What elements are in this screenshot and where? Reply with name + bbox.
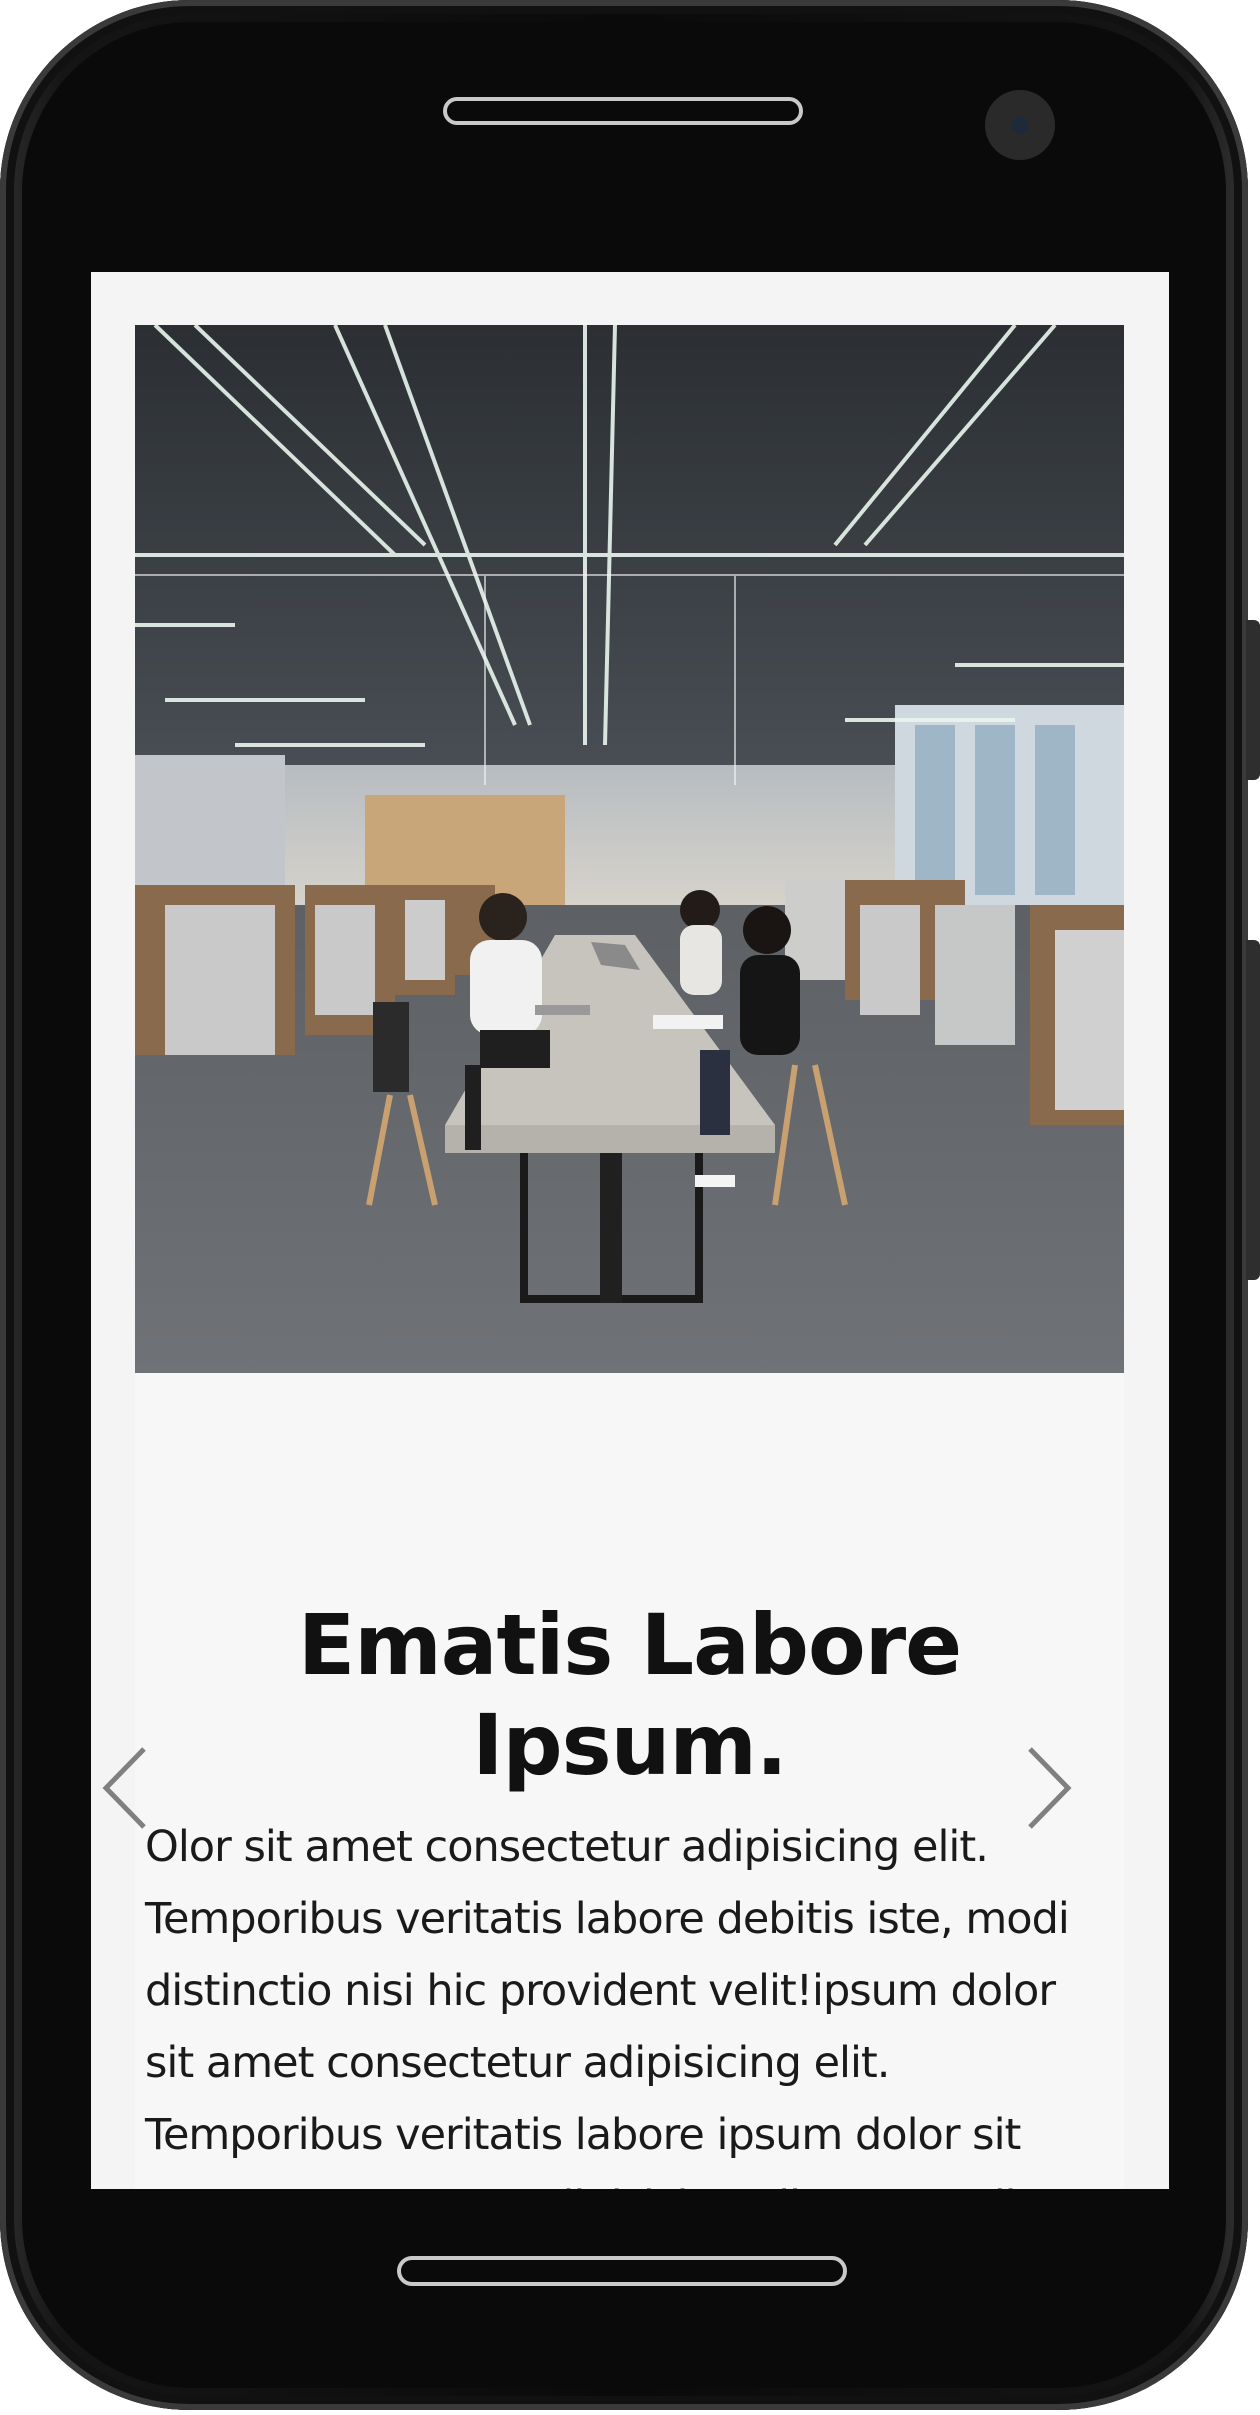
slide-image-office [135,325,1124,1373]
earpiece-speaker [443,97,803,125]
slide-body-text: Olor sit amet consectetur adipisicing el… [145,1822,1080,2189]
next-slide-button[interactable] [1018,1743,1078,1833]
chevron-right-icon[interactable] [1018,1743,1078,1833]
front-camera-icon [985,90,1055,160]
carousel-slide: Ematis Labore Ipsum. Olor sit amet conse… [135,325,1124,2189]
volume-button [1246,620,1260,780]
prev-slide-button[interactable] [96,1743,156,1833]
phone-screen: Ematis Labore Ipsum. Olor sit amet conse… [91,272,1169,2189]
slide-headline: Ematis Labore Ipsum. [297,1596,962,1794]
power-button [1246,940,1260,1280]
home-button[interactable] [397,2256,847,2286]
chevron-left-icon[interactable] [96,1743,156,1833]
device-mockup: Ematis Labore Ipsum. Olor sit amet conse… [0,0,1260,2415]
